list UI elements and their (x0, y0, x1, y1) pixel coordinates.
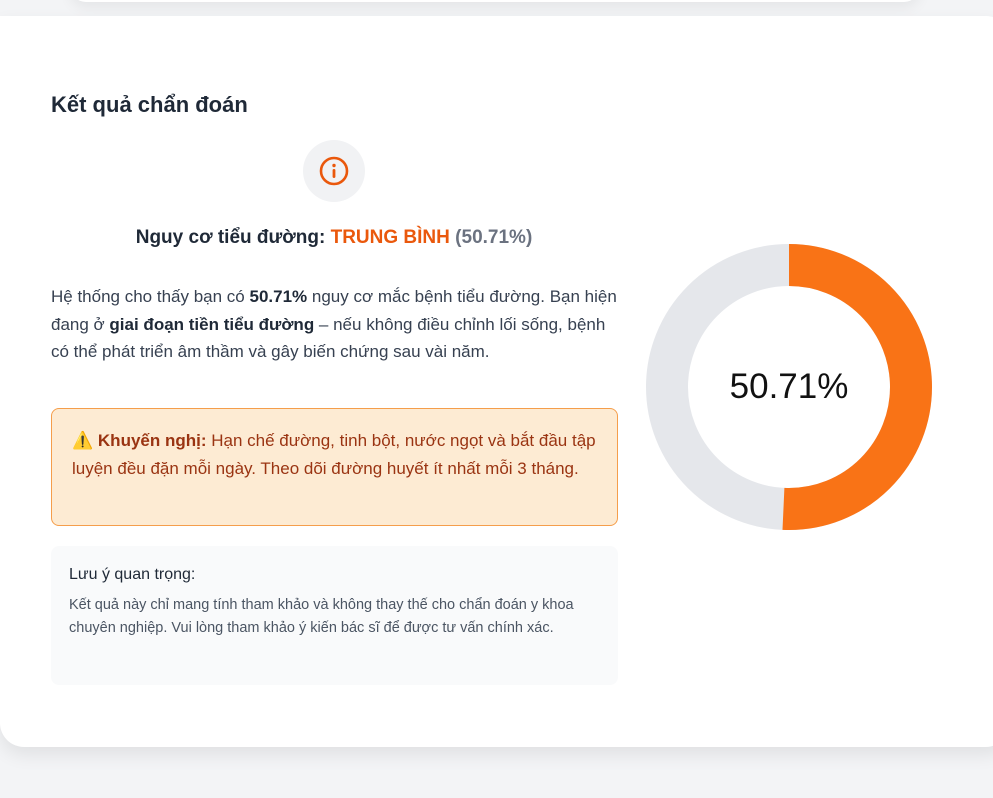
info-badge (303, 140, 365, 202)
important-note: Lưu ý quan trọng: Kết quả này chỉ mang t… (51, 546, 618, 685)
section-title: Kết quả chẩn đoán (51, 92, 248, 117)
risk-percent: (50.71%) (455, 227, 533, 248)
description-stage: giai đoạn tiền tiểu đường (109, 314, 315, 334)
risk-donut-chart: 50.71% (646, 244, 932, 530)
description-text-1: Hệ thống cho thấy bạn có (51, 287, 250, 306)
description-percent: 50.71% (249, 287, 308, 306)
risk-summary: Nguy cơ tiểu đường: TRUNG BÌNH (50.71%) (51, 227, 617, 249)
risk-prefix: Nguy cơ tiểu đường: (135, 227, 326, 248)
top-card (70, 0, 920, 2)
warning-icon: ⚠️ (72, 431, 94, 450)
result-description: Hệ thống cho thấy bạn có 50.71% nguy cơ … (51, 283, 621, 366)
advice-label: Khuyến nghị: (97, 431, 207, 450)
info-circle-icon (319, 156, 349, 186)
note-title: Lưu ý quan trọng: (69, 566, 196, 583)
note-text: Kết quả này chỉ mang tính tham khảo và k… (69, 597, 574, 636)
donut-center-label: 50.71% (729, 367, 849, 406)
advice-box: ⚠️ Khuyến nghị: Hạn chế đường, tinh bột,… (51, 408, 618, 526)
risk-level: TRUNG BÌNH (330, 227, 450, 248)
